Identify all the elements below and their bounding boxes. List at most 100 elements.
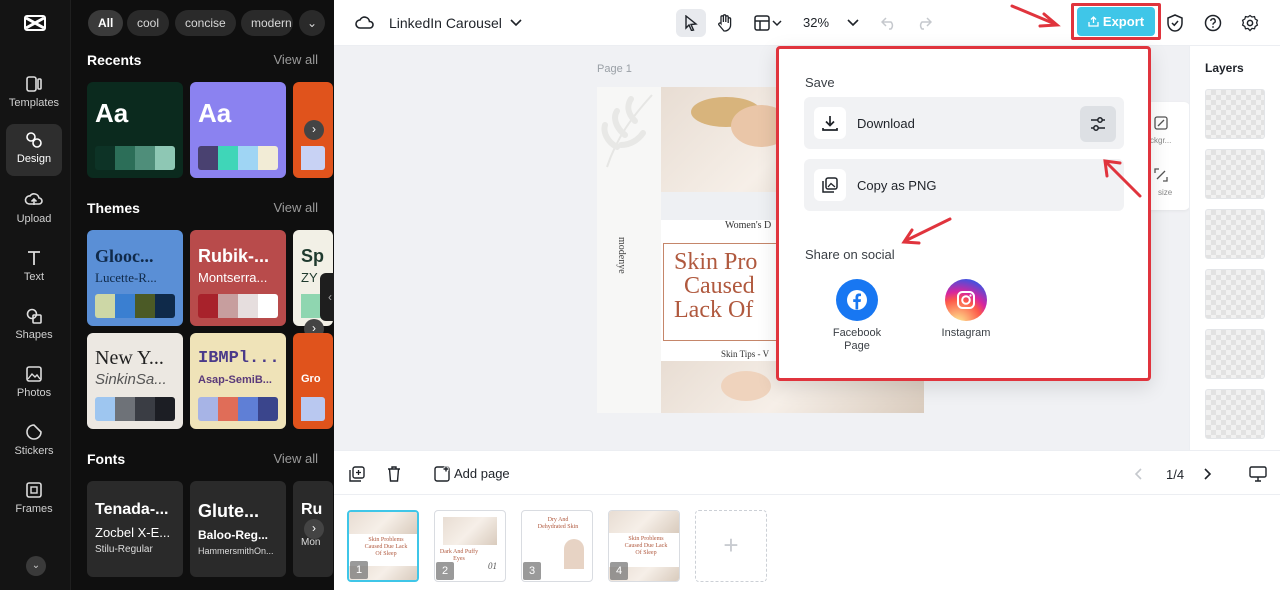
chip-concise[interactable]: concise — [175, 10, 236, 36]
rail-item-templates[interactable]: Templates — [6, 68, 62, 120]
thumb-number: 2 — [436, 562, 454, 580]
share-facebook-page[interactable]: Facebook Page — [817, 279, 897, 353]
chip-cool[interactable]: cool — [127, 10, 170, 36]
theme-body-font: Montserra... — [198, 270, 268, 285]
document-title[interactable]: LinkedIn Carousel — [389, 15, 502, 31]
duplicate-page-icon[interactable] — [345, 462, 369, 486]
theme-heading-font: Sp — [301, 246, 325, 266]
layer-item[interactable] — [1205, 269, 1265, 319]
shapes-icon — [26, 308, 42, 324]
rail-item-design[interactable]: Design — [6, 124, 62, 176]
rail-item-stickers[interactable]: Stickers — [6, 416, 62, 468]
previous-page-chevron-left-icon[interactable] — [1126, 462, 1150, 486]
theme-body-font: Lucette-R... — [95, 270, 157, 285]
layer-item[interactable] — [1205, 209, 1265, 259]
recent-card-1[interactable]: Aa — [87, 82, 183, 178]
recents-title: Recents — [87, 52, 142, 68]
layer-item[interactable] — [1205, 389, 1265, 439]
layout-chevron-down-icon[interactable] — [770, 11, 784, 35]
design-panel: All cool concise modern ⌄ Recents View a… — [70, 0, 334, 590]
title-chevron-down-icon[interactable] — [504, 11, 528, 35]
layer-item[interactable] — [1205, 149, 1265, 199]
redo-icon[interactable] — [912, 11, 936, 35]
zoom-chevron-down-icon[interactable] — [841, 11, 865, 35]
chip-modern[interactable]: modern — [241, 10, 293, 36]
theme-card-6[interactable]: Gro — [293, 333, 333, 429]
fonts-scroll-right-icon[interactable]: › — [304, 519, 324, 539]
theme-card-4[interactable]: New Y... SinkinSa... — [87, 333, 183, 429]
headline-line-1: Skin Pro — [674, 249, 758, 275]
chips-expand-chevron-down-icon[interactable]: ⌄ — [299, 10, 325, 36]
download-settings-sliders-icon[interactable] — [1080, 106, 1116, 142]
text-icon — [28, 251, 40, 265]
copy-as-png-label: Copy as PNG — [857, 178, 937, 193]
zoom-level[interactable]: 32% — [803, 15, 829, 30]
rail-item-shapes[interactable]: Shapes — [6, 300, 62, 352]
delete-trash-icon[interactable] — [382, 462, 406, 486]
remove-background-icon[interactable] — [1154, 116, 1168, 130]
fonts-title: Fonts — [87, 451, 126, 467]
theme-card-5[interactable]: IBMPl... Asap-SemiB... — [190, 333, 286, 429]
headline-text: Skin Pro Caused Lack Of — [674, 250, 757, 322]
templates-icon — [26, 76, 42, 92]
color-swatches — [95, 146, 175, 170]
resize-icon[interactable] — [1154, 168, 1168, 182]
help-icon[interactable] — [1201, 11, 1225, 35]
top-bar: LinkedIn Carousel 32% Export — [334, 0, 1280, 46]
font-subheading: Zocbel X-E... — [95, 525, 171, 540]
copy-as-png-option[interactable]: Copy as PNG — [804, 159, 1124, 211]
rail-label: Frames — [15, 503, 53, 515]
font-heading: Ru — [301, 501, 323, 518]
headline-line-3: Lack Of — [674, 297, 754, 323]
color-swatches — [198, 294, 278, 318]
capcut-logo-icon[interactable] — [22, 10, 48, 36]
font-card-2[interactable]: Glute... Baloo-Reg... HammersmithOn... — [190, 481, 286, 577]
layer-item[interactable] — [1205, 89, 1265, 139]
select-pointer-icon[interactable] — [676, 9, 706, 37]
download-option[interactable]: Download — [804, 97, 1124, 149]
add-page-button[interactable]: Add page — [454, 466, 510, 481]
page-thumbnail-3[interactable]: Dry And Dehydrated Skin 3 — [521, 510, 593, 582]
undo-icon[interactable] — [877, 11, 901, 35]
page-thumbnail-2[interactable]: Dark And Puffy Eyes 01 2 — [434, 510, 506, 582]
recents-scroll-right-icon[interactable]: › — [304, 120, 324, 140]
fonts-view-all-link[interactable]: View all — [273, 451, 318, 466]
rail-label: Photos — [16, 387, 52, 399]
theme-heading-font: New Y... — [95, 347, 164, 369]
rail-label: Text — [23, 271, 45, 283]
shield-icon[interactable] — [1163, 11, 1187, 35]
recent-card-2[interactable]: Aa — [190, 82, 286, 178]
theme-card-2[interactable]: Rubik-... Montserra... — [190, 230, 286, 326]
page-thumbnail-1[interactable]: Skin Problems Caused Due Lack Of Sleep 1 — [347, 510, 419, 582]
hand-pan-icon[interactable] — [713, 11, 737, 35]
add-page-icon[interactable] — [430, 462, 454, 486]
left-rail: Templates Design Upload Text Shapes Phot… — [0, 0, 70, 590]
layer-item[interactable] — [1205, 329, 1265, 379]
chip-all[interactable]: All — [88, 10, 124, 36]
page-thumbnail-4[interactable]: Skin Problems Caused Due Lack Of Sleep 4 — [608, 510, 680, 582]
add-page-thumbnail-plus-icon[interactable]: + — [695, 510, 767, 582]
page-counter: 1/4 — [1166, 467, 1185, 482]
export-button[interactable]: Export — [1077, 7, 1155, 36]
themes-view-all-link[interactable]: View all — [273, 200, 318, 215]
rail-item-text[interactable]: Text — [6, 242, 62, 294]
share-instagram[interactable]: Instagram — [926, 279, 1006, 340]
rail-item-photos[interactable]: Photos — [6, 358, 62, 410]
cloud-save-icon[interactable] — [353, 11, 377, 35]
present-screen-icon[interactable] — [1246, 462, 1270, 486]
thumb-title: Skin Problems Caused Due Lack Of Sleep — [624, 536, 668, 556]
headline-line-2: Caused — [684, 273, 755, 299]
page-filmstrip: Skin Problems Caused Due Lack Of Sleep 1… — [334, 495, 1280, 590]
font-heading: Tenada-... — [95, 501, 169, 518]
settings-gear-icon[interactable] — [1238, 11, 1262, 35]
rail-label: Design — [16, 153, 52, 165]
font-card-1[interactable]: Tenada-... Zocbel X-E... Stilu-Regular — [87, 481, 183, 577]
rail-more-chevron-down-icon[interactable]: ⌄ — [26, 556, 46, 576]
color-swatches — [301, 146, 325, 170]
womens-day-text: Women's D — [725, 220, 772, 231]
rail-item-upload[interactable]: Upload — [6, 184, 62, 236]
recents-view-all-link[interactable]: View all — [273, 52, 318, 67]
theme-card-1[interactable]: Glooc... Lucette-R... — [87, 230, 183, 326]
rail-item-frames[interactable]: Frames — [6, 474, 62, 526]
next-page-chevron-right-icon[interactable] — [1196, 462, 1220, 486]
